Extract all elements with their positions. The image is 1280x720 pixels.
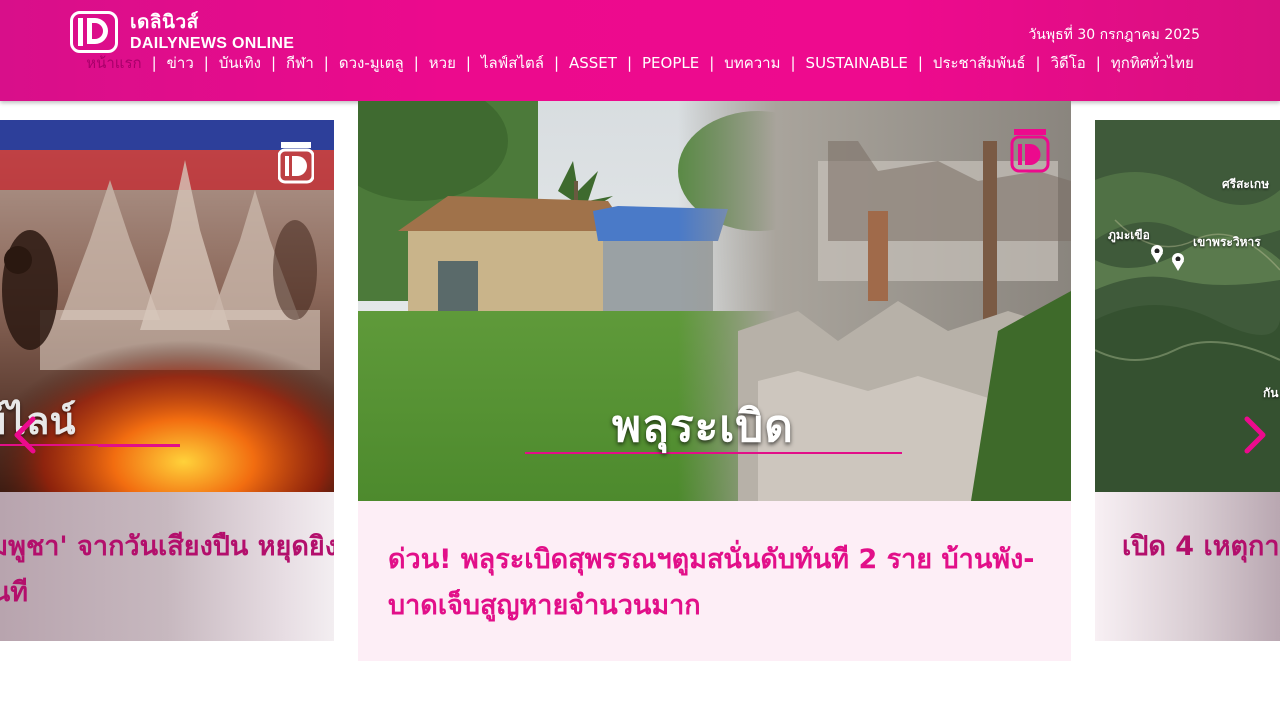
nav-item-asset[interactable]: ASSET bbox=[569, 53, 617, 73]
nav-separator: | bbox=[626, 54, 633, 72]
nav-separator: | bbox=[1095, 54, 1101, 72]
site-header: เดลินิวส์ DAILYNEWS ONLINE วันพุธที่ 30 … bbox=[0, 0, 1280, 101]
nav-item-video[interactable]: วิดีโอ bbox=[1051, 53, 1086, 73]
nav-item-entertainment[interactable]: บันเทิง bbox=[219, 53, 261, 73]
chevron-right-icon bbox=[1244, 416, 1266, 454]
slide-caption-area: กัมพูชา' จากวันเสียงปืน หยุดยิงทันที bbox=[0, 492, 334, 641]
nav-item-lottery[interactable]: หวย bbox=[429, 53, 456, 73]
map-label: กัน bbox=[1263, 386, 1279, 400]
watermark-logo-icon bbox=[277, 142, 315, 188]
carousel-next-button[interactable] bbox=[1236, 413, 1276, 457]
carousel-slide-active[interactable]: พลุระเบิด ด่วน! พลุระเบิดสุพรรณฯตูมสนั่น… bbox=[358, 101, 1071, 661]
nav-separator: | bbox=[465, 54, 471, 72]
nav-item-regional[interactable]: ทุกทิศทั่วไทย bbox=[1111, 53, 1194, 73]
carousel-prev-button[interactable] bbox=[4, 413, 44, 457]
slide-image: ม์ไลน์ bbox=[0, 120, 334, 492]
site-logo[interactable]: เดลินิวส์ DAILYNEWS ONLINE bbox=[70, 11, 294, 53]
nav-item-news[interactable]: ข่าว bbox=[167, 53, 194, 73]
slide-caption-area: เปิด 4 เหตุกา ชา' เสริมกำลัง bbox=[1095, 492, 1280, 641]
nav-item-articles[interactable]: บทความ bbox=[724, 53, 780, 73]
nav-separator: | bbox=[553, 54, 559, 72]
logo-english-text: DAILYNEWS ONLINE bbox=[130, 34, 295, 52]
map-label: เขาพระวิหาร bbox=[1193, 235, 1261, 249]
nav-separator: | bbox=[151, 54, 157, 72]
nav-separator: | bbox=[1035, 54, 1041, 72]
main-nav: หน้าแรก | ข่าว | บันเทิง | กีฬา | ดวง-มู… bbox=[60, 53, 1220, 73]
nav-item-horoscope[interactable]: ดวง-มูเตลู bbox=[339, 53, 404, 73]
nav-item-sport[interactable]: กีฬา bbox=[286, 53, 314, 73]
nav-separator: | bbox=[917, 54, 923, 72]
nav-item-lifestyle[interactable]: ไลฟ์สไตล์ bbox=[481, 53, 544, 73]
logo-mark-icon bbox=[70, 11, 118, 53]
nav-item-pr[interactable]: ประชาสัมพันธ์ bbox=[933, 53, 1026, 73]
map-label: ภูมะเขือ bbox=[1108, 228, 1150, 242]
nav-item-people[interactable]: PEOPLE bbox=[642, 53, 699, 73]
carousel-slide-prev[interactable]: ม์ไลน์ กัมพูชา' จากวันเสียงปืน หยุดยิงทั… bbox=[0, 120, 334, 641]
nav-item-sustainable[interactable]: SUSTAINABLE bbox=[806, 53, 908, 73]
nav-separator: | bbox=[323, 54, 329, 72]
nav-separator: | bbox=[790, 54, 796, 72]
chevron-left-icon bbox=[14, 416, 36, 454]
nav-separator: | bbox=[413, 54, 419, 72]
current-date: วันพุธที่ 30 กรกฎาคม 2025 bbox=[1028, 27, 1200, 43]
slide-caption-area: ด่วน! พลุระเบิดสุพรรณฯตูมสนั่นดับทันที 2… bbox=[358, 501, 1071, 661]
slide-caption[interactable]: กัมพูชา' จากวันเสียงปืน หยุดยิงทันที bbox=[0, 524, 334, 616]
map-label: ศรีสะเกษ bbox=[1222, 177, 1270, 191]
nav-separator: | bbox=[203, 54, 209, 72]
carousel-slide-next[interactable]: ศรีสะเกษ ภูมะเขือ เขาพระวิหาร กัน เปิด 4… bbox=[1095, 120, 1280, 641]
slide-image: พลุระเบิด bbox=[358, 101, 1071, 501]
watermark-logo-icon bbox=[1010, 129, 1050, 177]
logo-thai-text: เดลินิวส์ bbox=[130, 10, 199, 33]
slide-caption[interactable]: เปิด 4 เหตุกา ชา' เสริมกำลัง bbox=[1122, 524, 1280, 570]
slide-caption[interactable]: ด่วน! พลุระเบิดสุพรรณฯตูมสนั่นดับทันที 2… bbox=[388, 537, 1048, 629]
nav-separator: | bbox=[709, 54, 715, 72]
slide-overlay-text: พลุระเบิด bbox=[612, 401, 794, 452]
nav-item-home[interactable]: หน้าแรก bbox=[86, 53, 141, 73]
nav-separator: | bbox=[270, 54, 277, 72]
